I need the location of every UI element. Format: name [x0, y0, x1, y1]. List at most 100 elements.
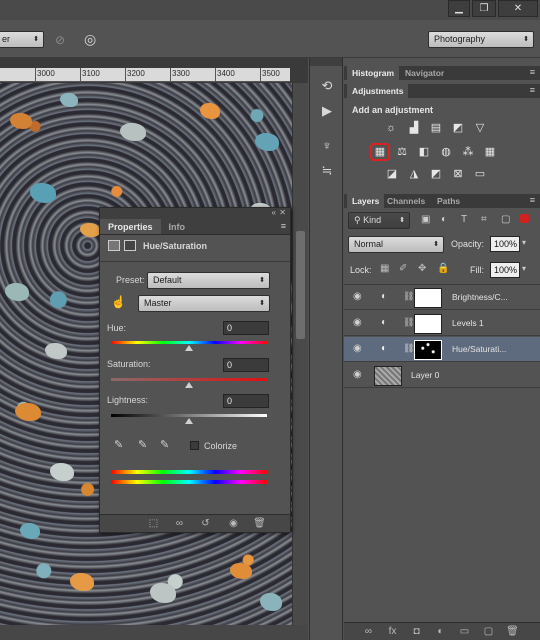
tab-adjustments[interactable]: Adjustments: [347, 84, 409, 98]
curves-icon[interactable]: ▤: [428, 121, 444, 135]
invert-icon[interactable]: ◪: [384, 167, 400, 181]
hue-input[interactable]: 0: [223, 321, 269, 335]
eye-icon[interactable]: ◉: [353, 369, 362, 380]
play-icon[interactable]: ▶: [317, 101, 337, 121]
restore-button[interactable]: ❐: [472, 0, 496, 17]
eyedropper-minus-icon[interactable]: ✎: [160, 438, 169, 451]
no-pressure-icon[interactable]: ⊘: [55, 33, 65, 47]
layer-row[interactable]: ◉ Layer 0: [344, 363, 540, 388]
brush-icon[interactable]: ♆: [317, 136, 337, 156]
clip-to-layer-icon[interactable]: ⬚: [147, 518, 160, 529]
preset-dropdown[interactable]: Default ⬍: [147, 272, 270, 289]
color-balance-icon[interactable]: ⚖: [394, 145, 410, 159]
add-mask-icon[interactable]: ◘: [410, 626, 423, 637]
tab-properties[interactable]: Properties: [100, 219, 161, 234]
panel-title: Hue/Saturation: [143, 241, 208, 251]
saturation-input[interactable]: 0: [223, 358, 269, 372]
photo-filter-icon[interactable]: ◍: [438, 145, 454, 159]
hue-slider[interactable]: [185, 345, 193, 351]
eye-icon[interactable]: ◉: [353, 343, 362, 354]
lock-pixels-icon[interactable]: ✐: [399, 263, 407, 274]
tab-channels[interactable]: Channels: [382, 194, 430, 208]
eyedropper-plus-icon[interactable]: ✎: [138, 438, 147, 451]
horizontal-scrollbar[interactable]: [0, 625, 308, 640]
color-lookup-icon[interactable]: ▦: [482, 145, 498, 159]
lightness-slider[interactable]: [185, 418, 193, 424]
panel-menu-icon[interactable]: ≡: [530, 195, 535, 205]
tool-option-dropdown[interactable]: er ⬍: [0, 31, 44, 48]
tab-navigator[interactable]: Navigator: [400, 66, 449, 80]
workspace-dropdown[interactable]: Photography ⬍: [428, 31, 534, 48]
posterize-icon[interactable]: ◮: [406, 167, 422, 181]
panel-menu-icon[interactable]: ≡: [530, 85, 535, 95]
tab-info[interactable]: Info: [161, 219, 194, 234]
airbrush-icon[interactable]: ◎: [84, 31, 96, 48]
black-white-icon[interactable]: ◧: [416, 145, 432, 159]
new-adjustment-icon[interactable]: ◐: [434, 626, 447, 637]
layer-row-selected[interactable]: ◉ ◐ ⛓ Hue/Saturati...: [344, 337, 540, 362]
mask-icon[interactable]: [124, 240, 136, 251]
scroll-thumb[interactable]: [296, 231, 305, 339]
blend-mode-dropdown[interactable]: Normal ⬍: [348, 236, 444, 253]
vertical-scrollbar[interactable]: [292, 83, 308, 625]
chevron-down-icon[interactable]: ▾: [522, 238, 526, 247]
panel-menu-icon[interactable]: ≡: [281, 221, 286, 231]
filter-type-icon[interactable]: T: [461, 214, 467, 225]
eye-icon[interactable]: ◉: [353, 317, 362, 328]
layer-name: Hue/Saturati...: [452, 344, 507, 354]
brightness-contrast-icon[interactable]: ☼: [383, 121, 399, 135]
layer-filter-dropdown[interactable]: ⚲ Kind ⬍: [348, 212, 410, 229]
lightness-input[interactable]: 0: [223, 394, 269, 408]
filter-shape-icon[interactable]: ⌗: [481, 214, 487, 225]
tab-histogram[interactable]: Histogram: [347, 66, 400, 80]
minimize-button[interactable]: ▁: [448, 0, 470, 17]
saturation-slider[interactable]: [185, 382, 193, 388]
view-previous-icon[interactable]: ∞: [173, 518, 186, 529]
colorize-checkbox[interactable]: [190, 441, 199, 450]
close-button[interactable]: ✕: [498, 0, 538, 17]
filter-pixel-icon[interactable]: ▣: [421, 214, 430, 225]
collapse-icon[interactable]: «: [272, 208, 276, 217]
layer-row[interactable]: ◉ ◐ ⛓ Levels 1: [344, 311, 540, 336]
filter-smart-object-icon[interactable]: ▢: [501, 214, 510, 225]
reset-icon[interactable]: ↺: [199, 518, 212, 529]
adjustments-heading: Add an adjustment: [352, 105, 434, 115]
layer-name: Layer 0: [411, 370, 440, 380]
hue-saturation-icon[interactable]: ▦: [370, 143, 390, 161]
visibility-icon[interactable]: ◉: [227, 518, 240, 529]
panel-drag-strip[interactable]: « ✕: [100, 208, 290, 219]
close-icon[interactable]: ✕: [279, 208, 286, 217]
tab-layers[interactable]: Layers: [347, 194, 385, 208]
eyedropper-icon[interactable]: ✎: [114, 438, 123, 451]
layer-row[interactable]: ◉ ◐ ⛓ Brightness/C...: [344, 285, 540, 310]
new-group-icon[interactable]: ▭: [458, 626, 471, 637]
levels-icon[interactable]: ▟: [406, 121, 422, 135]
hand-adjust-icon[interactable]: ☝: [111, 295, 126, 309]
delete-layer-icon[interactable]: 🗑: [506, 626, 519, 637]
gradient-map-icon[interactable]: ▭: [472, 167, 488, 181]
eye-icon[interactable]: ◉: [353, 291, 362, 302]
filter-adjustment-icon[interactable]: ◐: [441, 214, 447, 225]
channel-dropdown[interactable]: Master ⬍: [138, 295, 270, 312]
filter-toggle-icon[interactable]: [520, 214, 529, 223]
delete-icon[interactable]: 🗑: [253, 518, 266, 529]
history-icon[interactable]: ⟲: [317, 76, 337, 96]
lock-position-icon[interactable]: ✥: [418, 263, 426, 274]
fill-input[interactable]: 100%: [490, 262, 520, 278]
ruler-label: 3400: [217, 69, 235, 78]
lock-all-icon[interactable]: 🔒: [437, 263, 449, 274]
triangle-icon[interactable]: ▽: [472, 121, 488, 135]
tab-paths[interactable]: Paths: [432, 194, 465, 208]
exposure-icon[interactable]: ◩: [450, 121, 466, 135]
fx-icon[interactable]: fx: [386, 626, 399, 637]
opacity-input[interactable]: 100%: [490, 236, 520, 252]
selective-color-icon[interactable]: ⊠: [450, 167, 466, 181]
threshold-icon[interactable]: ◩: [428, 167, 444, 181]
tool-presets-icon[interactable]: ≒: [317, 161, 337, 181]
panel-menu-icon[interactable]: ≡: [530, 67, 535, 77]
channel-mixer-icon[interactable]: ⁂: [460, 145, 476, 159]
lock-transparency-icon[interactable]: ▦: [380, 263, 389, 274]
chevron-down-icon[interactable]: ▾: [522, 264, 526, 273]
link-layers-icon[interactable]: ∞: [362, 626, 375, 637]
new-layer-icon[interactable]: ▢: [482, 626, 495, 637]
